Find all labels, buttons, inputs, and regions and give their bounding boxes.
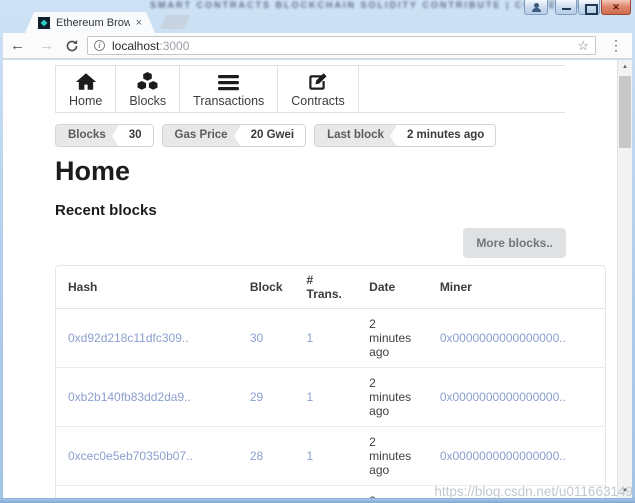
nav-item-blocks[interactable]: Blocks: [116, 66, 181, 112]
close-button[interactable]: ✕: [601, 0, 631, 15]
address-bar[interactable]: i localhost:3000 ☆: [87, 36, 596, 55]
blocks-table-body: 0xd92d218c11dfc309.. 30 1 2 minutes ago 0x00…: [56, 309, 605, 498]
home-icon: [75, 71, 97, 91]
more-blocks-button[interactable]: More blocks..: [463, 228, 566, 258]
table-row: 0xd92d218c11dfc309.. 30 1 2 minutes ago 0x00…: [56, 309, 605, 368]
table-row: 0xb0ac3cccfdfb7039..2712 minutes ago0x00…: [56, 486, 605, 498]
table-row: 0xb2b140fb83dd2da9.. 29 1 2 minutes ago 0x00…: [56, 368, 605, 427]
block-date: 2 minutes ago: [369, 317, 412, 359]
block-hash-link[interactable]: 0xb2b140fb83dd2da9..: [68, 390, 191, 404]
stat-value: 30: [117, 125, 153, 146]
col-date: Date: [357, 266, 428, 309]
block-hash-link[interactable]: 0xcec0e5eb70350b07..: [68, 449, 193, 463]
bookmark-star-icon[interactable]: ☆: [577, 38, 589, 54]
url-host: localhost: [112, 38, 160, 53]
reload-icon[interactable]: [65, 39, 79, 53]
table-actions: More blocks..: [55, 228, 566, 258]
page-scrollbar[interactable]: ▲ ▼: [617, 60, 632, 498]
window-frame-bottom: [0, 498, 635, 503]
stat-value: 20 Gwei: [239, 125, 306, 146]
section-title: Recent blocks: [55, 202, 157, 219]
nav-item-contracts[interactable]: Contracts: [278, 66, 359, 112]
col-miner: Miner: [427, 266, 605, 309]
page-content: Home Blocks Transactions Contracts Block…: [55, 65, 606, 498]
scrollbar-down-icon[interactable]: ▼: [618, 484, 632, 498]
stat-label: Blocks: [56, 125, 119, 146]
back-icon[interactable]: ←: [3, 38, 32, 53]
maximize-button[interactable]: [578, 0, 600, 15]
tab-close-icon[interactable]: ×: [130, 17, 142, 29]
block-miner-link[interactable]: 0x0000000000000000..: [440, 390, 566, 404]
profile-button[interactable]: [524, 0, 548, 15]
nav-label: Contracts: [291, 93, 345, 108]
recent-blocks-table: Hash Block # Trans. Date Miner 0xd92d218…: [55, 265, 606, 498]
url-port: :3000: [159, 38, 190, 53]
browser-toolbar: ← → i localhost:3000 ☆ ⋮: [3, 33, 632, 59]
minimize-button[interactable]: [555, 0, 577, 15]
browser-tab[interactable]: Ethereum Browser ×: [25, 12, 155, 33]
forward-icon: →: [39, 37, 54, 54]
block-date: 2 minutes ago: [369, 376, 412, 418]
stat-last-block: Last block 2 minutes ago: [314, 124, 497, 147]
block-number-link[interactable]: 30: [250, 331, 263, 345]
list-icon: [218, 71, 240, 91]
block-miner-link[interactable]: 0x0000000000000000..: [440, 449, 566, 463]
stat-blocks: Blocks 30: [55, 124, 154, 147]
col-trans: # Trans.: [294, 266, 358, 309]
nav-item-transactions[interactable]: Transactions: [180, 66, 279, 112]
browser-menu-icon[interactable]: ⋮: [600, 37, 632, 54]
nav-item-home[interactable]: Home: [55, 66, 117, 112]
block-miner-link[interactable]: 0x0000000000000000..: [440, 331, 566, 345]
ethereum-favicon-icon: [38, 17, 50, 29]
nav-label: Blocks: [129, 93, 167, 108]
block-trans-link[interactable]: 1: [307, 331, 314, 345]
block-number-link[interactable]: 28: [250, 449, 263, 463]
block-number-link[interactable]: 29: [250, 390, 263, 404]
stat-label: Last block: [315, 125, 397, 146]
table-header-row: Hash Block # Trans. Date Miner: [56, 266, 605, 309]
page-viewport: Home Blocks Transactions Contracts Block…: [3, 60, 632, 498]
col-hash: Hash: [56, 266, 238, 309]
table-row: 0xcec0e5eb70350b07.. 28 1 2 minutes ago 0x00…: [56, 427, 605, 486]
app-nav: Home Blocks Transactions Contracts: [55, 65, 565, 113]
window-controls: ✕: [523, 0, 631, 15]
block-trans-link[interactable]: 1: [307, 449, 314, 463]
stats-row: Blocks 30 Gas Price 20 Gwei Last block 2…: [55, 124, 606, 147]
col-block: Block: [237, 266, 295, 309]
cubes-icon: [136, 71, 159, 91]
block-hash-link[interactable]: 0xd92d218c11dfc309..: [68, 331, 189, 345]
nav-label: Home: [69, 93, 103, 108]
scrollbar-up-icon[interactable]: ▲: [618, 60, 632, 74]
tab-title: Ethereum Browser: [56, 16, 130, 29]
tab-strip: Ethereum Browser ×: [3, 12, 632, 33]
edit-icon: [308, 71, 328, 91]
stat-value: 2 minutes ago: [395, 125, 496, 146]
block-date: 2 minutes ago: [369, 435, 412, 477]
new-tab-button[interactable]: [159, 15, 191, 29]
desktop: { "frame": { "background_text": "SMART C…: [0, 0, 635, 503]
stat-gas-price: Gas Price 20 Gwei: [161, 124, 307, 147]
page-title: Home: [55, 156, 131, 186]
block-trans-link[interactable]: 1: [307, 390, 314, 404]
stat-label: Gas Price: [162, 125, 241, 146]
nav-label: Transactions: [193, 93, 265, 108]
page-info-icon[interactable]: i: [94, 40, 105, 51]
scrollbar-thumb[interactable]: [619, 76, 631, 148]
